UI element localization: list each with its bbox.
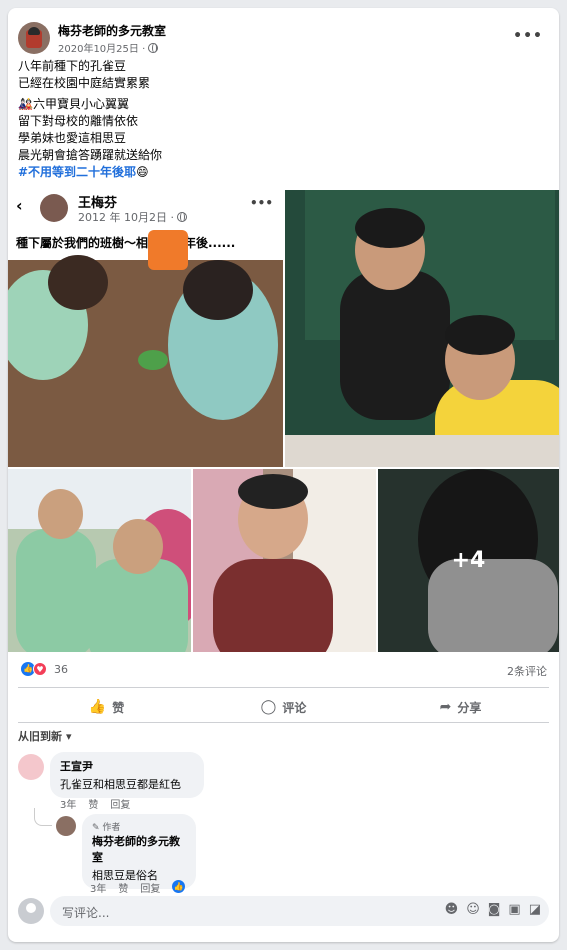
- reply-time[interactable]: 3年: [90, 880, 106, 895]
- comment-meta: 3年 赞 回复: [60, 796, 130, 811]
- photo-two-boys[interactable]: [8, 469, 191, 652]
- post-line: 八年前種下的孔雀豆: [18, 59, 127, 73]
- shared-post-header: ‹ 王梅芬 2012 年 10月2日 · ••• 種下屬於我們的班樹～相約二十年…: [8, 190, 283, 260]
- post-date[interactable]: 2020年10月25日 ·: [58, 40, 145, 55]
- more-options-button[interactable]: •••: [513, 28, 543, 44]
- comment-input[interactable]: 写评论... ☻ ☺ ◙ ▣ ◪: [50, 896, 549, 926]
- photo-shared-post[interactable]: ‹ 王梅芬 2012 年 10月2日 · ••• 種下屬於我們的班樹～相約二十年…: [8, 190, 283, 467]
- comment-time[interactable]: 3年: [60, 796, 76, 811]
- action-bar: 👍 赞 ◯ 评论 ➦ 分享: [18, 692, 549, 722]
- caret-down-icon: ▾: [66, 729, 72, 743]
- reply-item: ✎ 作者 梅芬老師的多元教室 相思豆是俗名 3年 赞 回复 👍: [56, 814, 536, 895]
- post-line: 🎎六甲寶貝小心翼翼: [18, 97, 129, 111]
- comment-icon: ◯: [260, 699, 277, 715]
- avatar-sticker-icon[interactable]: ☻: [445, 902, 459, 917]
- back-icon: ‹: [16, 196, 23, 215]
- post-text: 八年前種下的孔雀豆 已經在校園中庭結實累累 🎎六甲寶貝小心翼翼 留下對母校的離情…: [18, 58, 548, 181]
- more-photos-count[interactable]: +4: [378, 469, 559, 652]
- love-reaction-icon[interactable]: ♥: [33, 662, 47, 676]
- photo-grid: ‹ 王梅芬 2012 年 10月2日 · ••• 種下屬於我們的班樹～相約二十年…: [8, 190, 559, 652]
- comment-text: 孔雀豆和相思豆都是紅色: [60, 778, 181, 791]
- post-line: 已經在校園中庭結實累累: [18, 76, 151, 90]
- share-button[interactable]: ➦ 分享: [372, 692, 549, 722]
- post-line: 學弟妹也愛這相思豆: [18, 131, 127, 145]
- camera-icon[interactable]: ◙: [488, 902, 501, 917]
- commenter-name[interactable]: 王宣尹: [60, 758, 194, 774]
- reply-like-badge-icon: 👍: [172, 880, 186, 893]
- thumbs-up-icon: 👍: [88, 699, 107, 715]
- globe-icon: [176, 212, 187, 222]
- sticker-icon[interactable]: ◪: [529, 902, 541, 917]
- photo-boys-classroom[interactable]: [285, 190, 559, 467]
- smile-emoji: 😄: [136, 165, 149, 179]
- reaction-count[interactable]: 36: [54, 663, 68, 676]
- reply-reply-link[interactable]: 回复: [140, 880, 160, 895]
- like-button[interactable]: 👍 赞: [18, 692, 195, 722]
- post-line: 留下對母校的離情依依: [18, 114, 139, 128]
- shared-date: 2012 年 10月2日 ·: [78, 209, 187, 225]
- emoji-icon[interactable]: ☺: [466, 902, 480, 917]
- gif-icon[interactable]: ▣: [508, 902, 520, 917]
- planting-photo: [8, 230, 283, 467]
- comment-placeholder: 写评论...: [62, 906, 110, 920]
- user-avatar: [18, 898, 44, 924]
- comment-button[interactable]: ◯ 评论: [195, 692, 372, 722]
- reply-bubble: ✎ 作者 梅芬老師的多元教室 相思豆是俗名: [82, 814, 196, 889]
- reply-thread-line: [34, 808, 52, 826]
- reply-avatar[interactable]: [56, 816, 76, 836]
- author-tag: ✎ 作者: [92, 823, 121, 833]
- comment-tools: ☻ ☺ ◙ ▣ ◪: [445, 902, 541, 917]
- post-card: 梅芬老師的多元教室 2020年10月25日 · ••• 八年前種下的孔雀豆 已經…: [8, 8, 559, 942]
- divider: [18, 687, 549, 688]
- photo-boy-peace[interactable]: [193, 469, 376, 652]
- comment-sort-dropdown[interactable]: 从旧到新 ▾: [18, 728, 72, 744]
- comment-bubble: 王宣尹 孔雀豆和相思豆都是紅色: [50, 752, 204, 798]
- comment-reply-link[interactable]: 回复: [110, 796, 130, 811]
- divider: [18, 722, 549, 723]
- commenter-avatar[interactable]: [18, 754, 44, 780]
- shared-caption: 種下屬於我們的班樹～相約二十年後......: [16, 236, 236, 250]
- reply-like-link[interactable]: 赞: [118, 880, 128, 895]
- post-line: 晨光朝會搶答踴躍就送給你: [18, 148, 163, 162]
- globe-icon: [148, 42, 159, 53]
- pencil-icon: ✎: [92, 823, 100, 833]
- reply-meta: 3年 赞 回复 👍: [90, 880, 186, 895]
- hashtag-link[interactable]: #不用等到二十年後耶: [18, 165, 136, 179]
- page-name[interactable]: 梅芬老師的多元教室: [58, 22, 166, 39]
- post-meta: 2020年10月25日 ·: [58, 40, 159, 55]
- shared-avatar: [40, 194, 68, 222]
- comment-like-link[interactable]: 赞: [88, 796, 98, 811]
- write-comment-bar: 写评论... ☻ ☺ ◙ ▣ ◪: [18, 896, 549, 926]
- reactions-bar: 👍 ♥ 36 2条评论: [18, 660, 549, 680]
- shared-more-icon: •••: [249, 196, 273, 210]
- share-icon: ➦: [439, 699, 452, 715]
- comment-item: 王宣尹 孔雀豆和相思豆都是紅色 3年 赞 回复: [18, 752, 538, 812]
- comments-count[interactable]: 2条评论: [507, 663, 547, 679]
- reply-name[interactable]: 梅芬老師的多元教室: [92, 833, 186, 865]
- photo-more[interactable]: +4: [378, 469, 559, 652]
- page-avatar[interactable]: [18, 22, 50, 54]
